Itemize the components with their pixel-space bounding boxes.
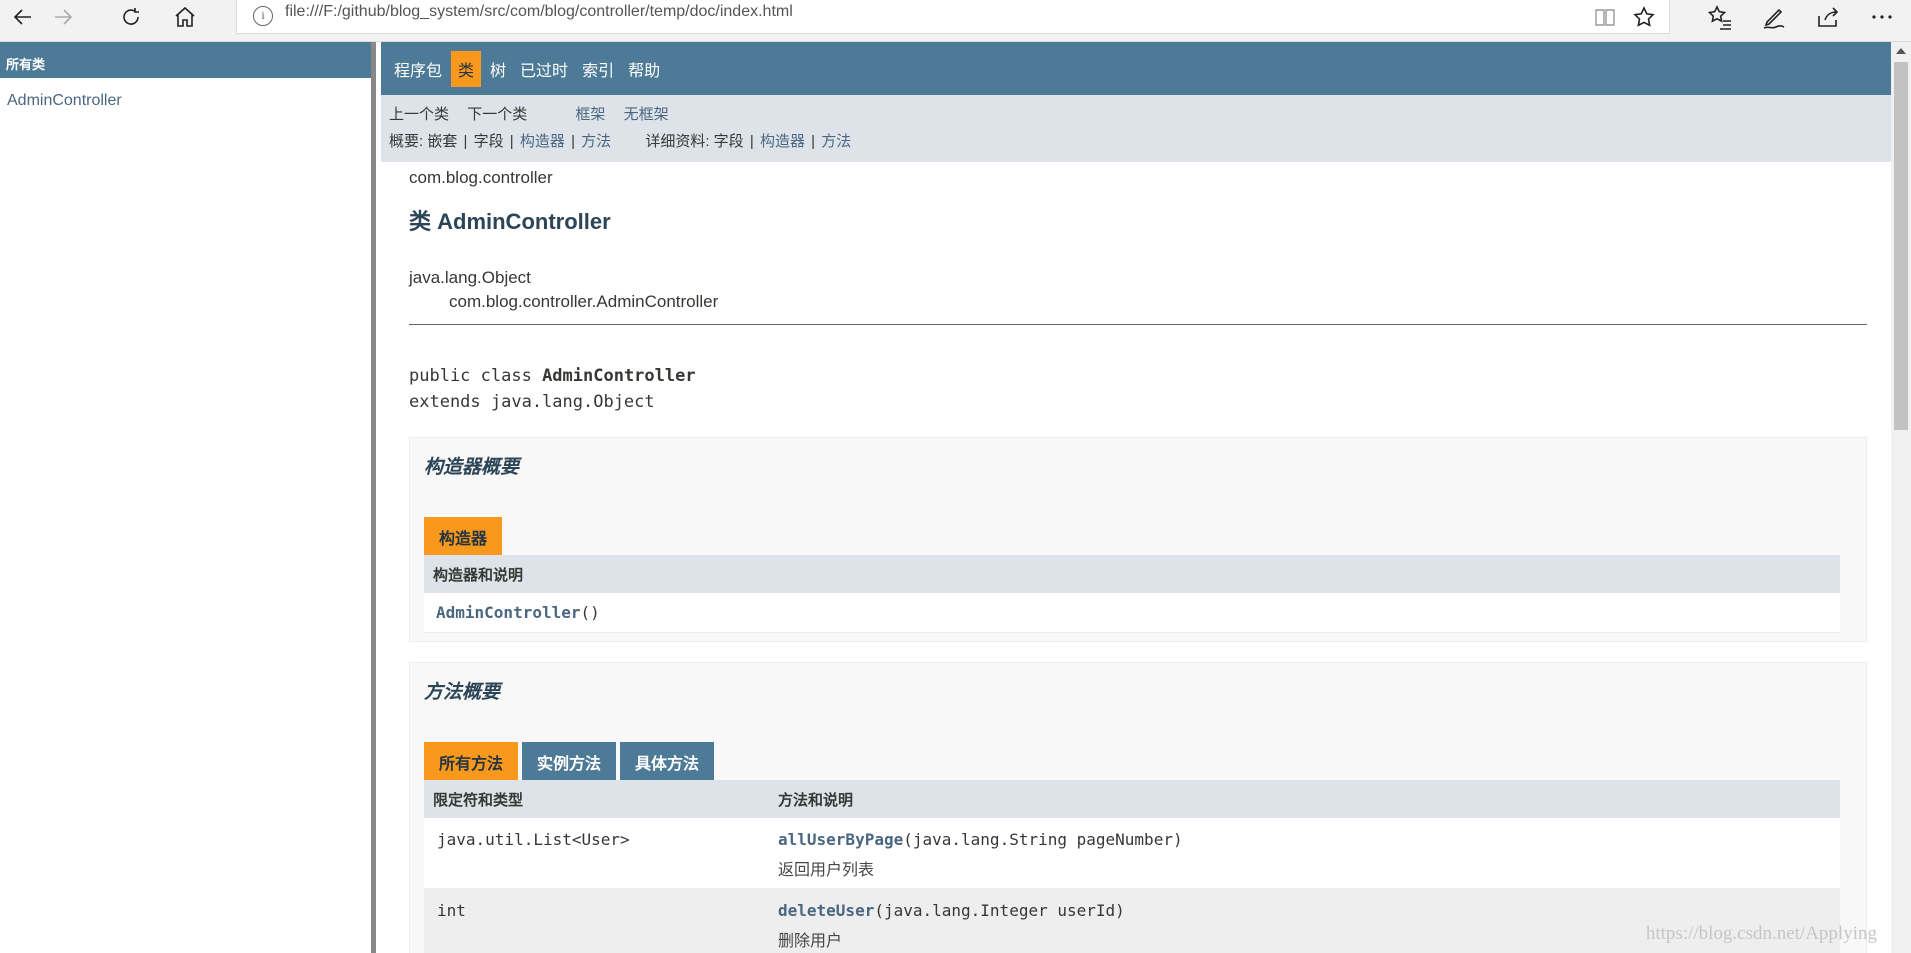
detail-field: 字段 (713, 133, 744, 150)
method-summary-heading: 方法概要 (424, 682, 501, 703)
forward-button[interactable] (40, 0, 86, 34)
summary-constructor-link[interactable]: 构造器 (520, 133, 565, 150)
arrow-left-icon (13, 9, 31, 25)
tab-instance-methods[interactable]: 实例方法 (522, 742, 617, 780)
summary-label: 概要: (389, 133, 424, 150)
detail-label: 详细资料: (645, 133, 710, 150)
class-content: com.blog.controller 类 AdminController ja… (409, 168, 1867, 953)
constructor-column-header: 构造器和说明 (433, 566, 524, 584)
summary-nested: 嵌套 (427, 133, 458, 150)
home-icon (175, 6, 195, 27)
signature-extends: extends java.lang.Object (409, 392, 655, 412)
arrow-right-icon (55, 9, 73, 25)
star-list-icon (1707, 5, 1731, 30)
method-return-type: int (437, 901, 466, 920)
table-row: int deleteUser(java.lang.Integer userId)… (424, 889, 1840, 953)
home-button[interactable] (162, 0, 208, 34)
address-url[interactable]: file:///F:/github/blog_system/src/com/bl… (285, 3, 793, 21)
class-link-admincontroller[interactable]: AdminController (7, 92, 371, 110)
divider (409, 324, 1867, 325)
method-description-column-header: 方法和说明 (778, 791, 854, 809)
table-row: java.util.List<User> allUserByPage(java.… (424, 818, 1840, 889)
all-classes-header: 所有类 (0, 42, 371, 78)
method-description: 删除用户 (778, 933, 843, 950)
package-name: com.blog.controller (409, 168, 553, 187)
constructor-tab: 构造器 (424, 517, 503, 555)
constructor-table-header: 构造器和说明 (424, 555, 1840, 593)
next-class-label: 下一个类 (467, 106, 528, 123)
share-icon (1818, 7, 1839, 27)
pipe: | (749, 133, 754, 150)
share-button[interactable] (1803, 0, 1853, 34)
constructor-summary-heading: 构造器概要 (424, 457, 520, 478)
constructor-summary: 构造器概要 构造器 构造器和说明 AdminController() (409, 437, 1867, 642)
info-icon[interactable]: i (253, 6, 273, 26)
class-signature: public class AdminController extends jav… (409, 363, 1867, 415)
favorites-hub-button[interactable] (1695, 0, 1745, 34)
more-dots-icon (1872, 15, 1892, 19)
pipe: | (571, 133, 575, 150)
nav-package[interactable]: 程序包 (389, 53, 447, 85)
modifier-type-column-header: 限定符和类型 (433, 791, 524, 809)
vertical-scrollbar[interactable] (1891, 42, 1911, 953)
class-frame: 程序包 类 树 已过时 索引 帮助 上一个类 下一个类 框架 无框架 概要: 嵌… (381, 42, 1891, 953)
reading-view-button[interactable] (1590, 2, 1620, 32)
browser-toolbar: i file:///F:/github/blog_system/src/com/… (0, 0, 1911, 42)
signature-class-name: AdminController (542, 366, 696, 386)
frames-link[interactable]: 框架 (575, 106, 605, 123)
inheritance-root: java.lang.Object (409, 268, 531, 287)
method-params: (java.lang.Integer userId) (874, 901, 1125, 920)
method-summary: 方法概要 所有方法 实例方法 具体方法 限定符和类型 方法和说明 java.ut… (409, 662, 1867, 953)
constructor-link[interactable]: AdminController (436, 603, 581, 622)
nav-help[interactable]: 帮助 (623, 53, 665, 85)
notes-button[interactable] (1749, 0, 1799, 34)
signature-prefix: public class (409, 366, 543, 386)
method-description: 返回用户列表 (778, 862, 875, 879)
summary-method-link[interactable]: 方法 (581, 133, 611, 150)
nav-class: 类 (451, 50, 482, 87)
nav-tree[interactable]: 树 (485, 53, 511, 85)
nav-index[interactable]: 索引 (577, 53, 619, 85)
all-classes-frame: 所有类 AdminController (0, 42, 376, 953)
pipe: | (509, 133, 514, 150)
star-icon (1633, 6, 1655, 27)
tab-all-methods[interactable]: 所有方法 (424, 742, 519, 780)
book-icon (1595, 9, 1615, 26)
method-table-header: 限定符和类型 方法和说明 (424, 780, 1840, 818)
detail-constructor-link[interactable]: 构造器 (760, 133, 805, 150)
pipe: | (811, 133, 816, 150)
pen-icon (1763, 8, 1785, 29)
watermark: https://blog.csdn.net/Applying (1645, 923, 1877, 944)
inheritance-child: com.blog.controller.AdminController (449, 292, 719, 311)
method-link-alluserbypage[interactable]: allUserByPage (778, 830, 903, 849)
detail-method-link[interactable]: 方法 (821, 133, 851, 150)
prev-class-label: 上一个类 (389, 106, 450, 123)
method-params: (java.lang.String pageNumber) (903, 830, 1183, 849)
address-bar[interactable]: i file:///F:/github/blog_system/src/com/… (236, 0, 1670, 34)
more-button[interactable] (1857, 0, 1907, 34)
method-link-deleteuser[interactable]: deleteUser (778, 901, 874, 920)
top-nav-bar: 程序包 类 树 已过时 索引 帮助 (381, 42, 1891, 95)
refresh-button[interactable] (108, 0, 154, 34)
tab-concrete-methods[interactable]: 具体方法 (620, 742, 715, 780)
scroll-up-arrow-icon[interactable] (1896, 48, 1906, 54)
nav-deprecated[interactable]: 已过时 (515, 53, 573, 85)
method-return-type: java.util.List<User> (437, 830, 630, 849)
pipe: | (463, 133, 468, 150)
refresh-icon (123, 8, 139, 25)
sub-nav-bar: 上一个类 下一个类 框架 无框架 概要: 嵌套 | 字段 | 构造器 | 方法 … (381, 95, 1891, 162)
scroll-thumb[interactable] (1894, 62, 1908, 430)
constructor-params: () (580, 603, 600, 622)
table-row: AdminController() (424, 593, 1840, 633)
no-frames-link[interactable]: 无框架 (624, 106, 669, 123)
class-title: 类 AdminController (409, 209, 611, 234)
summary-field: 字段 (473, 133, 504, 150)
favorite-button[interactable] (1629, 2, 1659, 32)
